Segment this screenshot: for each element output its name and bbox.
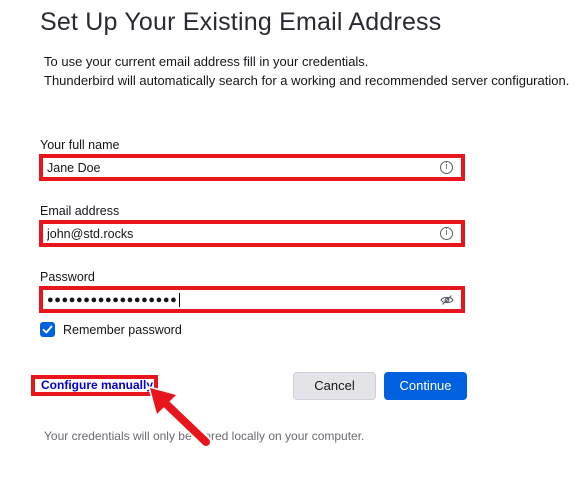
email-label: Email address [40,204,120,218]
password-input[interactable] [43,290,461,309]
info-icon[interactable]: i [440,161,453,174]
credentials-note: Your credentials will only be stored loc… [44,429,365,443]
intro-line-1: To use your current email address fill i… [44,54,369,69]
intro-text: To use your current email address fill i… [44,52,569,90]
password-field[interactable] [39,286,465,313]
checkmark-icon [42,325,53,334]
password-label: Password [40,270,95,284]
page-title: Set Up Your Existing Email Address [40,8,442,36]
cancel-button[interactable]: Cancel [293,372,376,400]
text-caret [179,293,180,307]
intro-line-2: Thunderbird will automatically search fo… [44,73,570,88]
configure-manually-link[interactable]: Configure manually [31,375,158,396]
info-icon[interactable]: i [440,227,453,240]
full-name-label: Your full name [40,138,120,152]
email-field[interactable]: i [39,220,465,247]
eye-slash-icon[interactable] [440,294,454,306]
remember-password-label: Remember password [63,322,182,337]
remember-password-checkbox[interactable] [40,322,55,337]
full-name-field[interactable]: i [39,154,465,181]
email-input[interactable] [43,224,461,243]
continue-button[interactable]: Continue [384,372,467,400]
remember-password[interactable]: Remember password [40,322,182,337]
full-name-input[interactable] [43,158,461,177]
